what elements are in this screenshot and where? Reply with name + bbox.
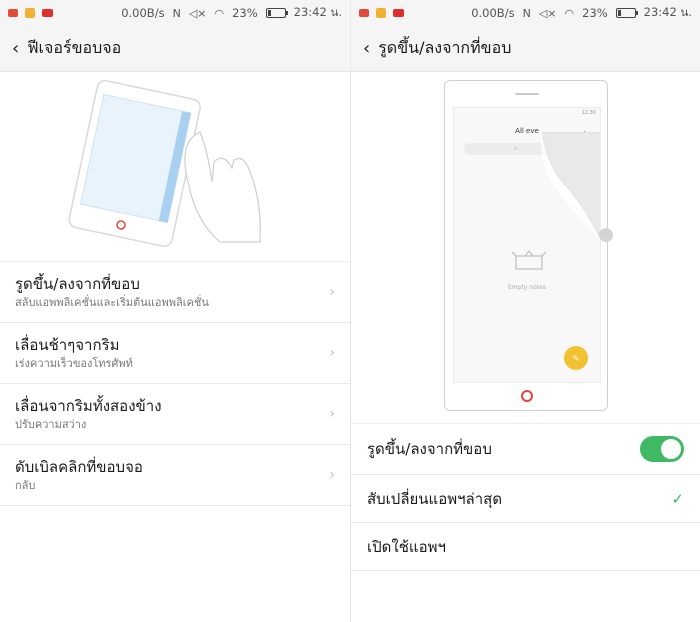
option-label: สับเปลี่ยนแอพฯล่าสุด xyxy=(367,489,503,508)
setting-title: เลื่อนจากริมทั้งสองข้าง xyxy=(15,397,162,415)
empty-notes-label: Empty notes xyxy=(508,284,546,291)
page-title: รูดขึ้น/ลงจากที่ขอบ xyxy=(378,38,512,57)
youtube-icon xyxy=(42,9,53,17)
gmail-icon xyxy=(8,9,18,17)
network-speed: 0.00B/s xyxy=(121,6,165,20)
setting-double-click[interactable]: ดับเบิลคลิกที่ขอบจอ กลับ › xyxy=(0,445,350,506)
swipe-edge-screen: 0.00B/s N ◁× ◠ 23% 23:42 น. ‹ รูดขึ้น/ลง… xyxy=(350,0,700,622)
back-icon[interactable]: ‹ xyxy=(12,38,19,59)
status-app-icons xyxy=(8,8,53,18)
setting-subtitle: ปรับความสว่าง xyxy=(15,418,87,431)
page-header: ‹ รูดขึ้น/ลงจากที่ขอบ xyxy=(351,26,700,72)
mini-status-time: 12:30 xyxy=(581,110,596,116)
setting-title: เลื่อนช้าๆจากริม xyxy=(15,336,120,354)
game-icon xyxy=(25,8,35,18)
swipe-edge-switch[interactable] xyxy=(640,436,684,462)
battery-fill xyxy=(617,10,622,16)
nfc-icon: N xyxy=(172,6,181,20)
phone-speaker xyxy=(515,93,539,95)
checkmark-icon: ✓ xyxy=(671,489,684,508)
setting-title: รูดขึ้น/ลงจากที่ขอบ xyxy=(15,275,140,293)
youtube-icon xyxy=(393,9,404,17)
edge-features-screen: 0.00B/s N ◁× ◠ 23% 23:42 น. ‹ ฟีเจอร์ขอบ… xyxy=(0,0,350,622)
option-label: เปิดใช้แอพฯ xyxy=(367,537,446,556)
setting-swipe-edge[interactable]: รูดขึ้น/ลงจากที่ขอบ สลับแอพพลิเคชั่นและเ… xyxy=(0,262,350,323)
battery-percent: 23% xyxy=(232,6,258,20)
setting-title: ดับเบิลคลิกที่ขอบจอ xyxy=(15,458,143,476)
phone-preview: 12:30 All eve ⋮ ⌕ Empty notes ✎ xyxy=(444,80,608,411)
phone-screen: 12:30 All eve ⋮ ⌕ Empty notes ✎ xyxy=(453,107,601,383)
toggle-label: รูดขึ้น/ลงจากที่ขอบ xyxy=(367,440,492,458)
back-icon[interactable]: ‹ xyxy=(363,38,370,59)
gmail-icon xyxy=(359,9,369,17)
clock: 23:42 น. xyxy=(643,5,692,19)
battery-percent: 23% xyxy=(582,6,608,20)
battery-icon xyxy=(615,8,638,18)
mute-icon: ◁× xyxy=(188,6,207,20)
empty-box-icon xyxy=(512,250,546,270)
option-open-apps[interactable]: เปิดใช้แอพฯ xyxy=(351,523,700,571)
chevron-right-icon: › xyxy=(329,467,335,483)
setting-subtitle: สลับแอพพลิเคชั่นและเริ่มต้นแอพพลิเคชั่น xyxy=(15,296,209,309)
edge-handle xyxy=(599,228,613,242)
clock: 23:42 น. xyxy=(293,5,342,19)
gesture-preview: 12:30 All eve ⋮ ⌕ Empty notes ✎ xyxy=(351,72,700,424)
wifi-icon: ◠ xyxy=(564,6,575,20)
mute-icon: ◁× xyxy=(538,6,557,20)
wifi-icon: ◠ xyxy=(214,6,225,20)
chevron-right-icon: › xyxy=(329,284,335,300)
setting-slow-slide[interactable]: เลื่อนช้าๆจากริม เร่งความเร็วของโทรศัพท์… xyxy=(0,323,350,384)
setting-subtitle: เร่งความเร็วของโทรศัพท์ xyxy=(15,357,133,370)
battery-icon xyxy=(265,8,288,18)
nfc-icon: N xyxy=(522,6,531,20)
game-icon xyxy=(376,8,386,18)
option-switch-recent-apps[interactable]: สับเปลี่ยนแอพฯล่าสุด ✓ xyxy=(351,475,700,523)
page-title: ฟีเจอร์ขอบจอ xyxy=(27,38,122,57)
status-bar: 0.00B/s N ◁× ◠ 23% 23:42 น. xyxy=(0,0,350,26)
page-header: ‹ ฟีเจอร์ขอบจอ xyxy=(0,26,350,72)
edit-note-icon: ✎ xyxy=(564,346,588,370)
battery-fill xyxy=(267,10,272,16)
setting-both-edges[interactable]: เลื่อนจากริมทั้งสองข้าง ปรับความสว่าง › xyxy=(0,384,350,445)
switch-knob xyxy=(661,439,681,459)
network-speed: 0.00B/s xyxy=(471,6,515,20)
setting-subtitle: กลับ xyxy=(15,479,36,492)
chevron-right-icon: › xyxy=(329,406,335,422)
swipe-edge-toggle-row[interactable]: รูดขึ้น/ลงจากที่ขอบ xyxy=(351,424,700,475)
page-curl-icon xyxy=(541,132,600,240)
chevron-right-icon: › xyxy=(329,345,335,361)
edge-illustration xyxy=(0,72,350,262)
status-bar: 0.00B/s N ◁× ◠ 23% 23:42 น. xyxy=(351,0,700,26)
status-app-icons xyxy=(359,8,404,18)
home-button xyxy=(521,390,533,402)
phone-hand-illustration xyxy=(68,79,261,247)
settings-list: รูดขึ้น/ลงจากที่ขอบ สลับแอพพลิเคชั่นและเ… xyxy=(0,262,350,506)
